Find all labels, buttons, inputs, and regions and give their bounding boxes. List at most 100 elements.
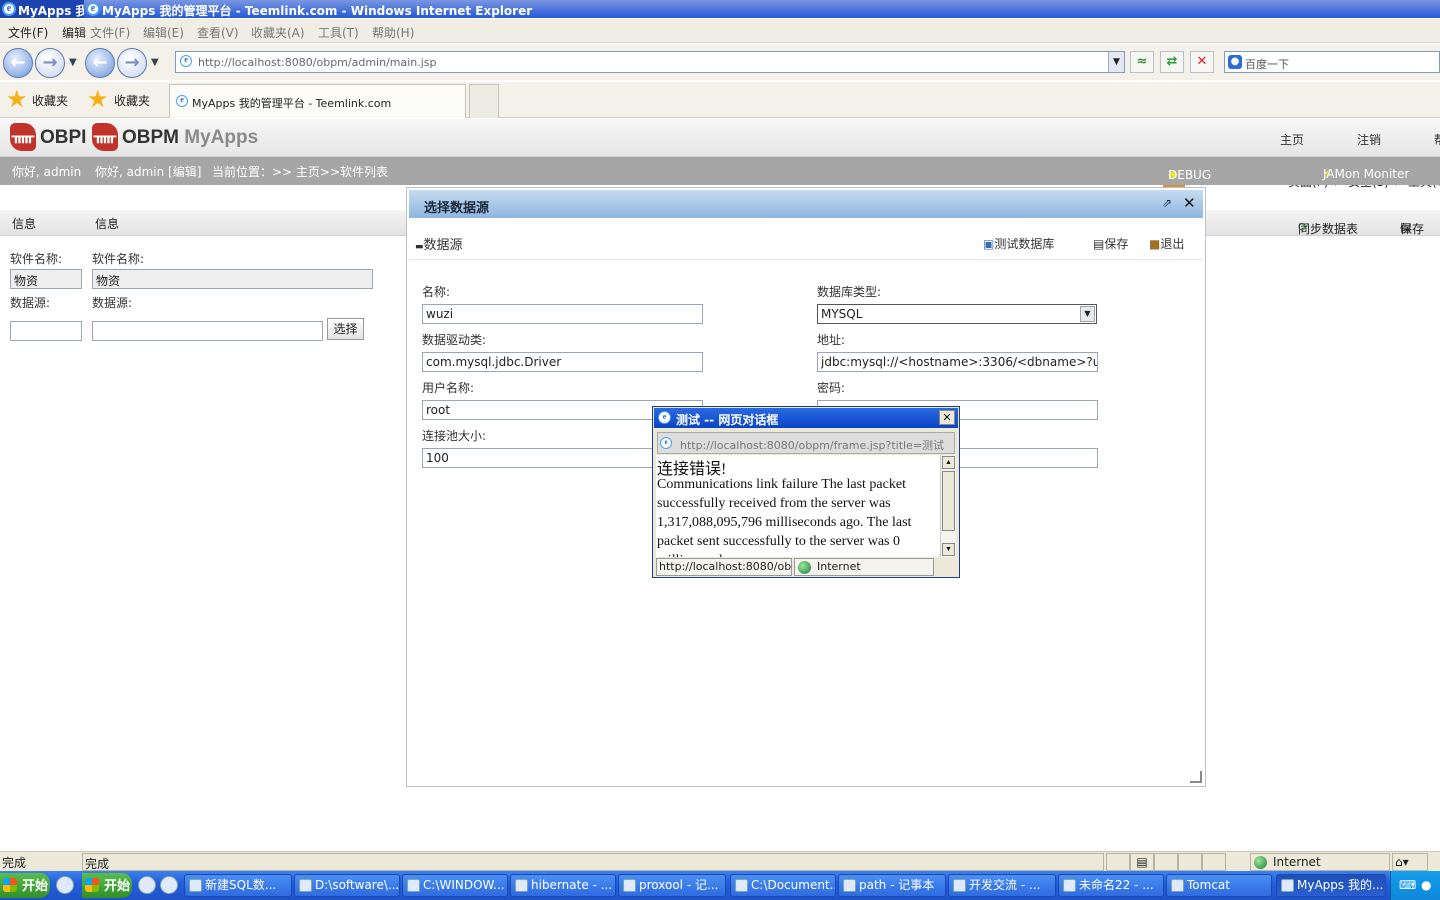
stop-icon[interactable]: ✕ <box>1190 51 1214 73</box>
taskbar-item[interactable]: C:\Document... <box>730 874 836 897</box>
driver-label: 数据驱动类: <box>422 333 487 347</box>
favorites-star-icon[interactable]: ★ <box>6 86 28 112</box>
popup-zone: Internet <box>794 558 934 576</box>
exit-icon: ■ <box>1149 237 1161 251</box>
history-dropdown-icon[interactable]: ▼ <box>69 57 77 68</box>
start-button-2[interactable]: 开始 <box>82 873 132 898</box>
name-input[interactable]: wuzi <box>422 304 703 324</box>
dialog-exit-label: 退出 <box>1160 237 1185 251</box>
datasource-input-2[interactable] <box>92 321 323 341</box>
back-button[interactable]: ← <box>3 48 33 78</box>
software-name-input[interactable]: 物资 <box>10 269 82 289</box>
datasource-input[interactable] <box>10 321 82 341</box>
password-label: 密码: <box>817 381 846 395</box>
history-dropdown-icon-2[interactable]: ▼ <box>151 57 159 68</box>
popup-scrollbar[interactable]: ▲ ▼ <box>940 455 956 557</box>
nav-logout-link[interactable]: 注销 <box>1357 131 1381 148</box>
maximize-icon[interactable]: ⇗ <box>1162 196 1172 210</box>
address-bar[interactable]: e http://localhost:8080/obpm/admin/main.… <box>175 51 1125 73</box>
menu-help[interactable]: 帮助(H) <box>372 24 414 41</box>
url-input[interactable]: jdbc:mysql://<hostname>:3306/<dbname>?us… <box>817 352 1098 372</box>
driver-input[interactable]: com.mysql.jdbc.Driver <box>422 352 703 372</box>
debug-label: DEBUG <box>1168 168 1212 182</box>
taskbar-item[interactable]: hibernate - ... <box>510 874 616 897</box>
forward-button[interactable]: → <box>35 48 65 78</box>
popup-close-button[interactable]: ✕ <box>939 410 955 425</box>
taskbar-item[interactable]: path - 记事本 <box>838 874 946 897</box>
scroll-down-icon[interactable]: ▼ <box>942 543 955 556</box>
taskbar-item[interactable]: 未命名22 - ... <box>1058 874 1164 897</box>
quicklaunch-ie-icon[interactable] <box>56 876 74 894</box>
dbtype-select[interactable]: MYSQL ▼ <box>817 304 1097 324</box>
taskbar-item-label: path - 记事本 <box>859 878 935 892</box>
chevron-down-icon[interactable]: ▼ <box>1080 306 1095 322</box>
dialog-title: 选择数据源 <box>424 201 490 216</box>
address-url[interactable]: http://localhost:8080/obpm/admin/main.js… <box>198 56 437 69</box>
nav-home-link[interactable]: 主页 <box>1280 131 1304 148</box>
menu-edit-overlap[interactable]: 编辑 <box>62 24 86 41</box>
close-icon[interactable]: ✕ <box>1183 194 1196 212</box>
software-name-input-2[interactable]: 物资 <box>92 269 373 289</box>
window-title: e MyApps 我的管理平台 - Teemlink.com - Windows… <box>86 2 532 18</box>
windows-taskbar: 开始 开始 新建SQL数... D:\software\... C:\WINDO… <box>0 871 1440 900</box>
window-title-text: MyApps 我的管理平台 - Teemlink.com - Windows I… <box>102 4 533 18</box>
popup-url: http://localhost:8080/obpm/frame.jsp?tit… <box>680 439 945 452</box>
forward-button-2[interactable]: → <box>117 48 147 78</box>
menu-file[interactable]: 文件(F) <box>8 24 48 41</box>
section-title: ▬数据源 <box>415 234 463 253</box>
menu-bar: 文件(F) 编辑 文件(F) 编辑(E) 查看(V) 收藏夹(A) 工具(T) … <box>0 19 1440 43</box>
taskbar-item-active[interactable]: MyApps 我的... <box>1276 874 1386 897</box>
menu-view[interactable]: 查看(V) <box>197 24 239 41</box>
taskbar-item[interactable]: D:\software\... <box>294 874 400 897</box>
windows-logo-icon <box>85 878 99 892</box>
greeting-edit-text[interactable]: 你好, admin [编辑] <box>95 163 201 180</box>
test-database-button[interactable]: ▣测试数据库 <box>983 235 1054 252</box>
dialog-save-label: 保存 <box>1104 237 1129 251</box>
nav-help-link[interactable]: 帮 <box>1434 131 1440 148</box>
taskbar-item-label: Tomcat <box>1187 878 1230 892</box>
refresh-icon[interactable]: ⇄ <box>1160 51 1184 73</box>
datasource-label: 数据源: <box>10 296 51 310</box>
compat-view-icon[interactable]: ≈ <box>1130 51 1154 73</box>
start-label-2: 开始 <box>104 878 131 893</box>
start-button[interactable]: 开始 <box>0 873 50 898</box>
tray-icon[interactable]: ● <box>1421 878 1431 892</box>
taskbar-item[interactable]: 新建SQL数... <box>184 874 292 897</box>
menu-edit[interactable]: 编辑(E) <box>143 24 184 41</box>
favorites-button-2[interactable]: 收藏夹 <box>114 92 150 109</box>
dialog-header: 选择数据源 ⇗ ✕ <box>409 190 1203 218</box>
scroll-up-icon[interactable]: ▲ <box>942 456 955 469</box>
choose-datasource-button[interactable]: 选择 <box>327 318 364 340</box>
favorites-button[interactable]: 收藏夹 <box>32 92 68 109</box>
window-tab-myapps[interactable]: e MyApps 我的 <box>0 0 84 18</box>
menu-tools[interactable]: 工具(T) <box>318 24 359 41</box>
window-tab-title: MyApps 我的 <box>18 4 84 18</box>
tab-info[interactable]: 信息 <box>12 215 36 232</box>
back-button-2[interactable]: ← <box>85 48 115 78</box>
search-box[interactable]: ● 百度一下 <box>1224 51 1440 73</box>
zoom-control[interactable]: ⌂▾ <box>1392 853 1428 871</box>
folder-icon <box>299 879 312 892</box>
dialog-save-button[interactable]: ▤保存 <box>1093 235 1128 252</box>
favorites-star-icon-2[interactable]: ★ <box>87 86 109 112</box>
collapse-icon[interactable]: ▬ <box>415 242 424 252</box>
menu-file-2[interactable]: 文件(F) <box>90 24 130 41</box>
new-tab-button[interactable] <box>469 84 499 118</box>
address-dropdown-icon[interactable]: ▼ <box>1108 52 1124 72</box>
resize-handle[interactable] <box>1190 771 1202 783</box>
datasource-label-2: 数据源: <box>92 296 133 310</box>
dialog-exit-button[interactable]: ■退出 <box>1149 235 1184 252</box>
quicklaunch-icon[interactable] <box>160 876 178 894</box>
taskbar-item[interactable]: C:\WINDOW... <box>402 874 508 897</box>
tab-info-2[interactable]: 信息 <box>95 215 119 232</box>
scroll-thumb[interactable] <box>942 471 955 531</box>
taskbar-item[interactable]: proxool - 记... <box>618 874 726 897</box>
browser-tab-active[interactable]: e MyApps 我的管理平台 - Teemlink.com <box>169 84 466 118</box>
taskbar-item[interactable]: Tomcat <box>1166 874 1272 897</box>
paint-icon <box>1063 879 1076 892</box>
search-input[interactable]: 百度一下 <box>1245 56 1289 72</box>
quicklaunch-ie-icon-2[interactable] <box>138 876 156 894</box>
taskbar-item[interactable]: 开发交流 - ... <box>948 874 1056 897</box>
keyboard-icon[interactable]: ⌨ <box>1399 878 1416 892</box>
menu-favorites[interactable]: 收藏夹(A) <box>251 24 305 41</box>
